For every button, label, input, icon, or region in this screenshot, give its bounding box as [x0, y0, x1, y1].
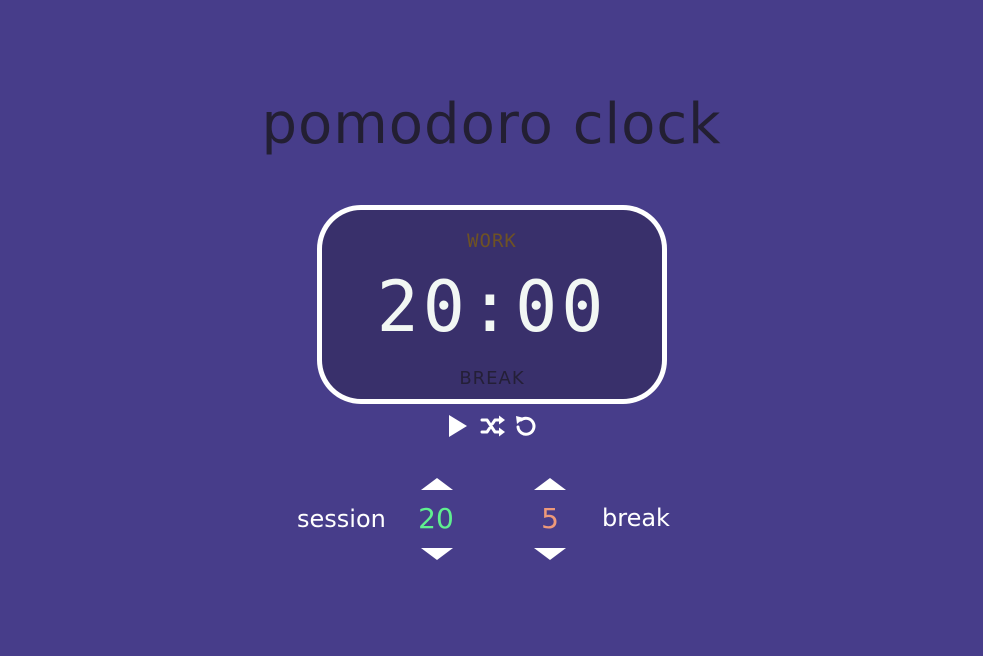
caret-down-icon	[421, 548, 453, 560]
break-label: break	[602, 504, 670, 532]
break-decrement-button[interactable]	[534, 548, 566, 560]
caret-up-icon	[421, 478, 453, 490]
caret-down-icon	[534, 548, 566, 560]
session-increment-button[interactable]	[421, 478, 453, 490]
session-label: session	[297, 505, 386, 533]
break-increment-button[interactable]	[534, 478, 566, 490]
reset-icon	[516, 416, 536, 436]
play-button[interactable]	[445, 412, 473, 440]
play-icon	[449, 415, 467, 437]
caret-up-icon	[534, 478, 566, 490]
break-mode-indicator: BREAK	[459, 368, 525, 389]
work-mode-indicator: WORK	[467, 230, 517, 252]
page-title: pomodoro clock	[261, 92, 722, 157]
timer-controls	[445, 412, 541, 440]
break-length-value: 5	[541, 502, 559, 535]
shuffle-icon	[480, 415, 505, 437]
session-decrement-button[interactable]	[421, 548, 453, 560]
reset-button[interactable]	[512, 412, 540, 440]
clock-display: WORK 20:00 BREAK	[317, 205, 667, 404]
shuffle-button[interactable]	[479, 412, 507, 440]
session-length-value: 20	[418, 502, 454, 535]
time-readout: 20:00	[376, 266, 608, 348]
